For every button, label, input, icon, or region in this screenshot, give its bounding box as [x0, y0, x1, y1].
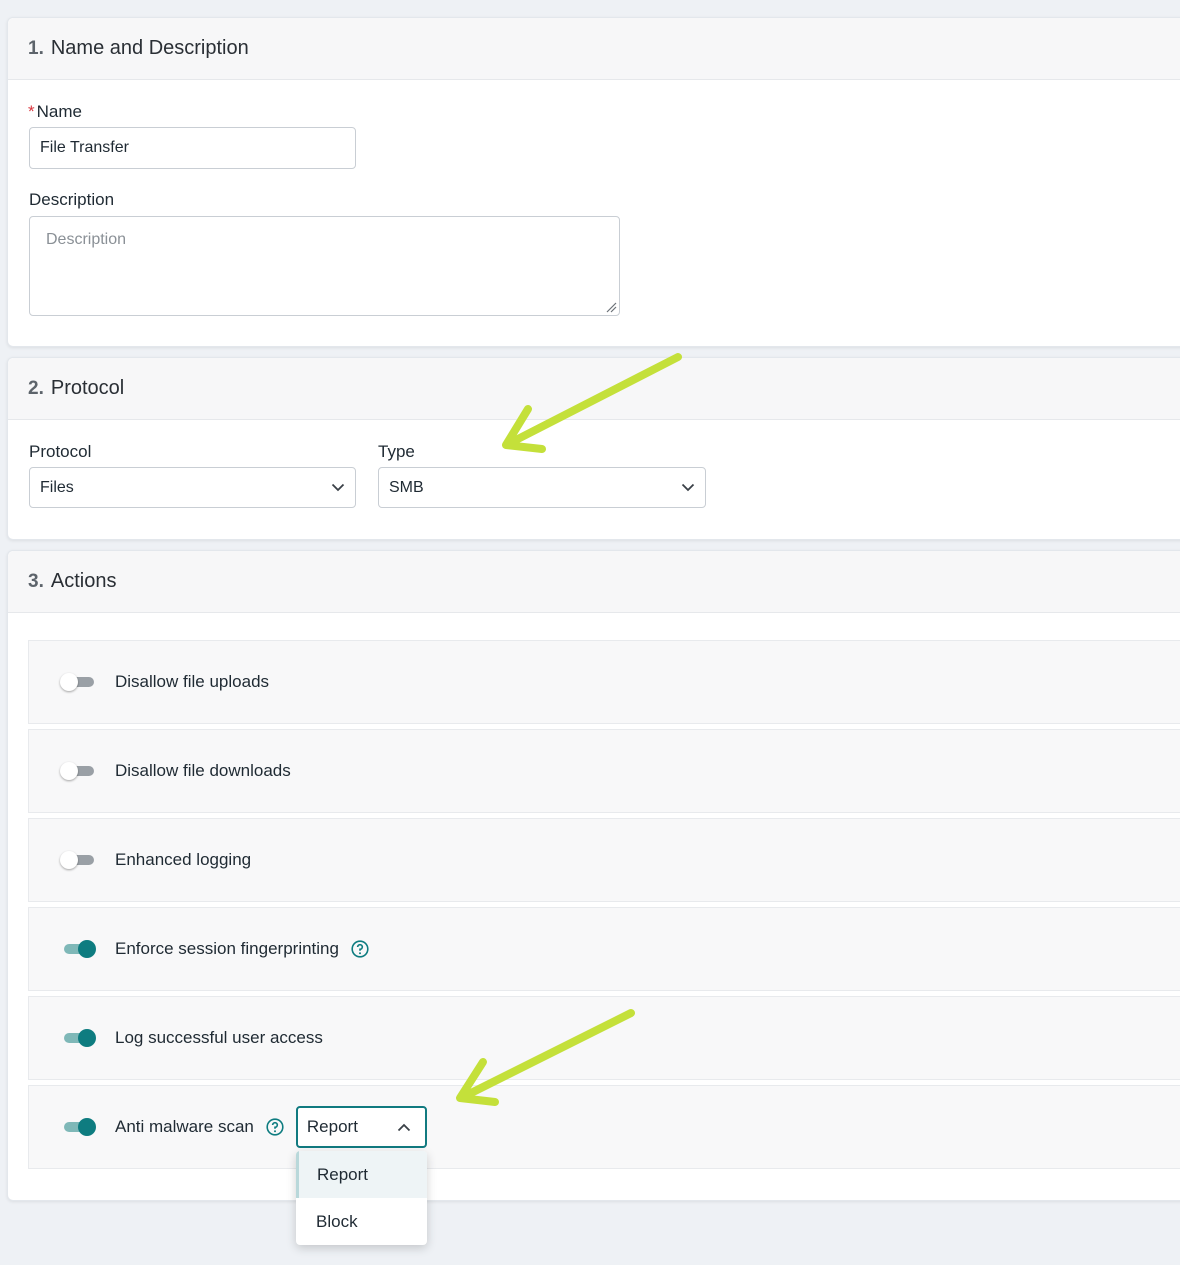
action-label: Disallow file uploads [115, 672, 270, 691]
required-mark: * [28, 102, 35, 121]
toggle-switch[interactable] [60, 673, 96, 691]
malware-mode-select[interactable]: Report [295, 1106, 427, 1148]
chevron-up-icon [397, 1123, 411, 1131]
section-title: Name and Description [50, 37, 249, 59]
annotation-arrow-icon [502, 353, 682, 453]
name-label-text: Name [36, 102, 82, 121]
annotation-arrow-icon [456, 1009, 635, 1106]
section-title: Actions [50, 570, 117, 592]
name-input-value: File Transfer [40, 139, 129, 156]
protocol-select-value: Files [40, 478, 74, 496]
chevron-down-icon [681, 483, 695, 492]
type-select[interactable]: SMB [378, 467, 706, 508]
type-label: Type [378, 442, 415, 461]
protocol-label: Protocol [29, 442, 92, 461]
action-row-enhanced-logging: Enhanced logging [28, 818, 1180, 902]
name-label: * Name [28, 102, 82, 122]
action-label: Enforce session fingerprinting [115, 939, 339, 958]
action-label: Enhanced logging [115, 850, 252, 869]
malware-mode-dropdown: Report Block [296, 1151, 427, 1245]
action-label: Log successful user access [115, 1028, 323, 1047]
section-number: 2. [28, 377, 44, 399]
type-select-value: SMB [389, 478, 424, 496]
action-label: Disallow file downloads [115, 761, 291, 780]
section-name-description: 1. Name and Description * Name File Trans… [7, 17, 1180, 347]
dropdown-option-report[interactable]: Report [296, 1151, 427, 1198]
action-label: Anti malware scan [115, 1117, 254, 1136]
dropdown-option-block[interactable]: Block [296, 1198, 427, 1245]
toggle-switch[interactable] [60, 851, 96, 869]
description-placeholder: Description [46, 231, 127, 248]
action-row-disallow-downloads: Disallow file downloads [28, 729, 1180, 813]
name-input[interactable]: File Transfer [29, 127, 356, 169]
toggle-switch[interactable] [62, 1118, 96, 1136]
resize-handle-icon[interactable] [605, 301, 617, 313]
toggle-switch[interactable] [60, 762, 96, 780]
help-circle-icon[interactable] [266, 1118, 284, 1136]
help-circle-icon[interactable] [351, 940, 369, 958]
toggle-switch[interactable] [62, 1029, 96, 1047]
section-number: 1. [28, 37, 44, 59]
section-header: 3. Actions [8, 551, 1180, 613]
toggle-switch[interactable] [62, 940, 96, 958]
section-number: 3. [28, 570, 44, 592]
action-row-disallow-uploads: Disallow file uploads [28, 640, 1180, 724]
section-header: 1. Name and Description [8, 18, 1180, 80]
protocol-select[interactable]: Files [29, 467, 356, 508]
description-textarea[interactable]: Description [29, 216, 620, 316]
malware-mode-value: Report [306, 1117, 358, 1136]
section-title: Protocol [50, 377, 125, 399]
description-label: Description [29, 190, 115, 209]
chevron-down-icon [331, 483, 345, 492]
action-row-session-fingerprinting: Enforce session fingerprinting [28, 907, 1180, 991]
